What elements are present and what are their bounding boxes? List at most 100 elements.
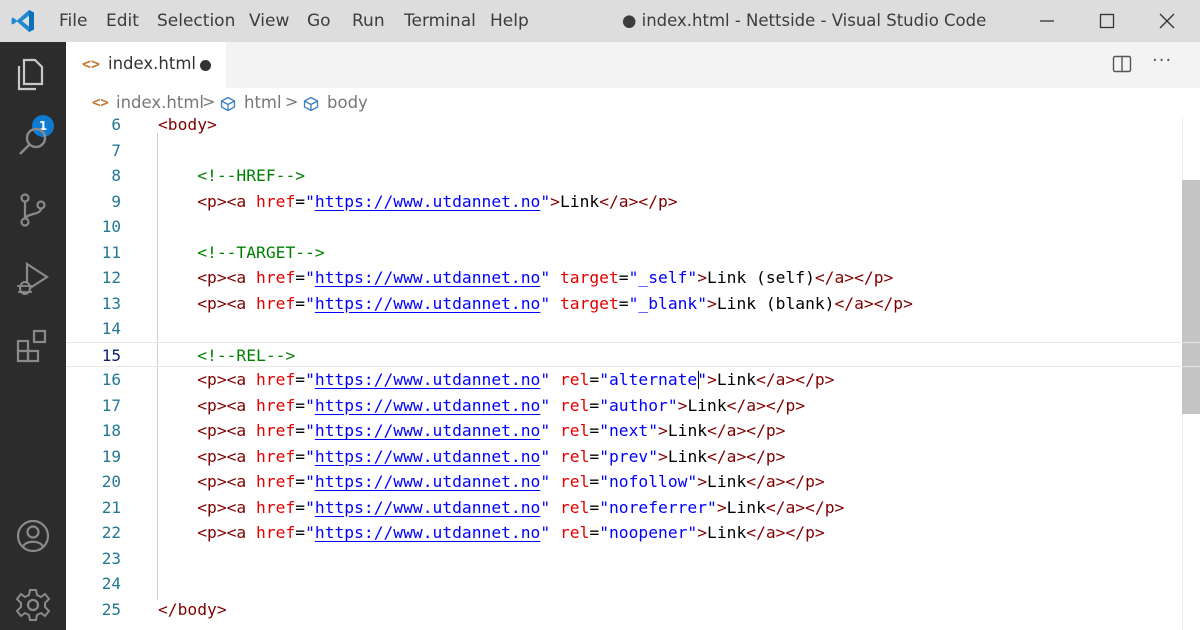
breadcrumb-html[interactable]: html: [244, 93, 282, 112]
breadcrumb-separator: >: [202, 92, 216, 111]
code-token: =: [618, 268, 629, 287]
code-line[interactable]: 16 <p><a href="https://www.utdannet.no" …: [66, 367, 1200, 393]
code-token: ": [305, 523, 315, 542]
code-token: >: [658, 421, 668, 440]
line-number: 10: [101, 217, 121, 236]
code-line[interactable]: 8 <!--HREF-->: [66, 163, 1200, 189]
extensions-button[interactable]: [13, 326, 53, 366]
code-line[interactable]: 15 <!--REL-->: [66, 341, 1200, 369]
code-token: Link: [726, 497, 766, 517]
more-actions-icon[interactable]: ···: [1152, 50, 1172, 71]
code-line[interactable]: 18 <p><a href="https://www.utdannet.no" …: [66, 418, 1200, 444]
settings-button[interactable]: [13, 585, 53, 625]
code-text: <!--HREF-->: [158, 163, 305, 189]
code-token: </a></p>: [707, 421, 786, 440]
search-button[interactable]: [13, 122, 53, 162]
code-token: Link (blank): [716, 293, 835, 313]
code-text: <p><a href="https://www.utdannet.no" rel…: [158, 444, 785, 470]
code-token: "prev": [599, 446, 659, 466]
code-token: Link: [687, 395, 727, 415]
line-number: 17: [101, 395, 121, 415]
line-number: 15: [101, 345, 121, 365]
code-line[interactable]: 10: [66, 214, 1200, 240]
line-number: 21: [101, 497, 121, 517]
breadcrumb-body[interactable]: body: [327, 93, 368, 112]
code-token: >: [697, 523, 708, 542]
code-token: ": [305, 421, 315, 440]
code-token: ": [540, 523, 551, 542]
code-token: ": [305, 446, 315, 466]
code-editor[interactable]: 6 <body> 7 8 <!--HREF--> 9 <p><a href="https…: [66, 118, 1200, 630]
tab-index-html[interactable]: <> index.html: [66, 42, 226, 88]
code-token: >: [658, 446, 668, 466]
menu-view[interactable]: View: [249, 0, 289, 42]
code-token: href: [256, 446, 296, 466]
code-token: target: [559, 268, 619, 287]
code-token: href: [256, 293, 296, 313]
code-line[interactable]: 13 <p><a href="https://www.utdannet.no" …: [66, 291, 1200, 317]
code-token: ": [540, 421, 551, 440]
line-number: 6: [111, 118, 121, 134]
code-line[interactable]: 23: [66, 546, 1200, 572]
run-debug-button[interactable]: [13, 258, 53, 298]
symbol-element-icon: [220, 96, 236, 112]
minimize-button[interactable]: [1018, 0, 1076, 42]
menu-terminal[interactable]: Terminal: [404, 0, 476, 42]
code-token: Link: [559, 191, 600, 211]
tab-bar: <> index.html ···: [66, 42, 1200, 88]
code-line[interactable]: 11 <!--TARGET-->: [66, 240, 1200, 266]
menu-help[interactable]: Help: [490, 0, 529, 42]
menu-edit[interactable]: Edit: [106, 0, 139, 42]
unsaved-dot-icon[interactable]: [200, 60, 211, 71]
code-line[interactable]: 6 <body>: [66, 118, 1200, 138]
line-number: 7: [111, 140, 121, 160]
source-control-button[interactable]: [13, 190, 53, 230]
breadcrumb-file[interactable]: index.html: [116, 93, 204, 112]
menu-run[interactable]: Run: [352, 0, 385, 42]
code-token: "author": [599, 395, 678, 415]
code-line[interactable]: 21 <p><a href="https://www.utdannet.no" …: [66, 495, 1200, 521]
menu-selection[interactable]: Selection: [157, 0, 235, 42]
code-line[interactable]: 24: [66, 571, 1200, 597]
code-token: ": [540, 191, 551, 211]
code-line[interactable]: 20 <p><a href="https://www.utdannet.no" …: [66, 469, 1200, 495]
code-token: href: [256, 395, 296, 415]
code-line[interactable]: 12 <p><a href="https://www.utdannet.no" …: [66, 265, 1200, 291]
code-line[interactable]: 17 <p><a href="https://www.utdannet.no" …: [66, 393, 1200, 419]
tab-label: index.html: [108, 54, 196, 73]
code-text: <body>: [158, 118, 217, 138]
code-token: https://www.utdannet.no: [314, 191, 541, 211]
code-token: href: [256, 268, 296, 287]
code-token: =: [295, 421, 306, 440]
explorer-button[interactable]: [13, 54, 53, 94]
code-line[interactable]: 19 <p><a href="https://www.utdannet.no" …: [66, 444, 1200, 470]
close-window-button[interactable]: [1138, 0, 1196, 42]
line-number: 23: [101, 548, 121, 568]
code-token: "noopener": [599, 523, 698, 542]
code-line[interactable]: 7: [66, 138, 1200, 164]
menu-go[interactable]: Go: [307, 0, 331, 42]
code-token: <p><a: [197, 370, 257, 389]
code-token: =: [589, 370, 600, 389]
code-line[interactable]: 14: [66, 316, 1200, 342]
code-token: =: [589, 472, 600, 491]
code-token: https://www.utdannet.no: [314, 293, 541, 313]
code-line[interactable]: 25 </body>: [66, 597, 1200, 623]
code-text: <!--REL-->: [158, 343, 295, 369]
code-line[interactable]: 22 <p><a href="https://www.utdannet.no" …: [66, 520, 1200, 546]
code-line[interactable]: 9 <p><a href="https://www.utdannet.no">L…: [66, 189, 1200, 215]
menu-file[interactable]: File: [59, 0, 87, 42]
split-editor-icon[interactable]: [1112, 54, 1132, 74]
code-token: ": [305, 268, 315, 287]
account-button[interactable]: [13, 516, 53, 556]
maximize-button[interactable]: [1078, 0, 1136, 42]
code-token: </a></p>: [746, 472, 825, 491]
code-token: <p><a: [197, 421, 257, 440]
code-token: rel: [559, 472, 590, 491]
code-token: =: [295, 191, 306, 211]
